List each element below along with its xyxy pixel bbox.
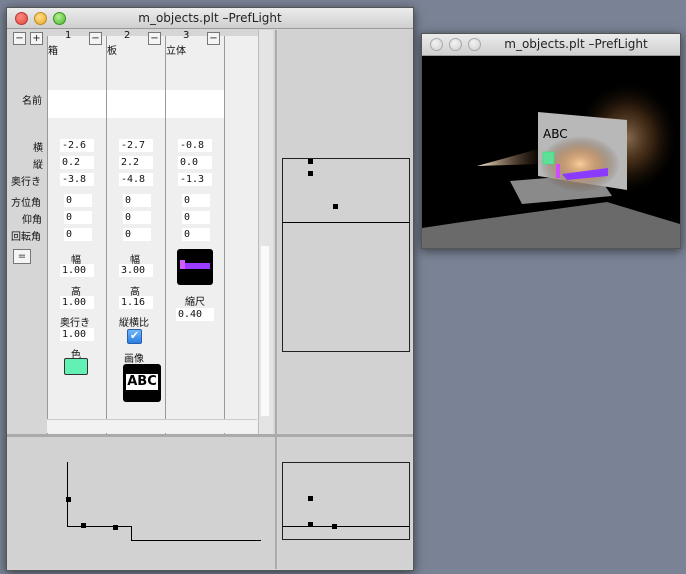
width-field[interactable]: 3.00: [119, 264, 153, 277]
remove-column-2-button[interactable]: −: [148, 32, 161, 45]
column-number: 3: [183, 30, 190, 41]
remove-column-button[interactable]: −: [13, 32, 26, 45]
height-field[interactable]: 1.16: [119, 296, 153, 309]
object-marker[interactable]: [308, 522, 313, 527]
object-marker[interactable]: [333, 204, 338, 209]
aspect-ratio-checkbox[interactable]: ✔: [127, 329, 142, 344]
y-field[interactable]: 2.2: [119, 156, 153, 169]
rotation-field[interactable]: 0: [182, 228, 210, 241]
split-divider[interactable]: [275, 30, 277, 569]
model-accent: [556, 164, 560, 178]
front-view-panel[interactable]: [278, 437, 412, 569]
object-marker[interactable]: [308, 496, 313, 501]
scale-field[interactable]: 0.40: [176, 308, 214, 321]
front-view-frame: [282, 462, 410, 540]
window-title: m_objects.plt –PrefLight: [138, 11, 282, 25]
width-field[interactable]: 1.00: [60, 264, 94, 277]
row-label-name: 名前: [22, 96, 42, 107]
image-thumbnail-text: ABC: [126, 374, 158, 390]
object-column-3: 3 立体 -0.8 0.0 -1.3 0 0 0 縮尺 0.40: [165, 30, 224, 439]
preview-window: m_objects.plt –PrefLight ABC: [421, 33, 681, 249]
side-view-vertical-axis: [67, 462, 68, 527]
side-view-lower-line: [131, 540, 261, 541]
object-name-field[interactable]: [48, 90, 106, 118]
image-thumbnail[interactable]: ABC: [123, 364, 161, 402]
z-field[interactable]: -3.8: [60, 173, 94, 186]
z-field[interactable]: -4.8: [119, 173, 153, 186]
empty-column: [224, 36, 258, 439]
row-label-rotation: 回転角: [11, 232, 41, 243]
side-view-floor-line: [67, 526, 132, 527]
azimuth-field[interactable]: 0: [64, 194, 92, 207]
rotation-field[interactable]: 0: [64, 228, 92, 241]
row-label-elevation: 仰角: [22, 215, 42, 226]
side-view-step-line: [131, 526, 132, 541]
object-marker[interactable]: [332, 524, 337, 529]
aspect-ratio-label: 縦横比: [119, 318, 149, 329]
add-column-button[interactable]: +: [30, 32, 43, 45]
column-number: 2: [124, 30, 131, 41]
front-view-floor-line: [282, 526, 410, 527]
object-column-2: 2 板 -2.7 2.2 -4.8 0 0 0 幅 3.00 高 1.16 縦横…: [106, 30, 165, 439]
horizontal-scrollbar[interactable]: [47, 419, 257, 433]
scale-label: 縮尺: [185, 297, 205, 308]
object-marker[interactable]: [308, 159, 313, 164]
elevation-field[interactable]: 0: [64, 211, 92, 224]
top-view-panel[interactable]: [278, 30, 412, 433]
main-window: m_objects.plt –PrefLight − + 名前 横 縦 奥行き …: [6, 7, 414, 571]
row-label-y: 縦: [33, 160, 43, 171]
object-type-label: 立体: [166, 46, 186, 57]
x-field[interactable]: -0.8: [178, 139, 212, 152]
object-marker[interactable]: [113, 525, 118, 530]
close-icon[interactable]: [430, 38, 443, 51]
row-label-azimuth: 方位角: [11, 198, 41, 209]
3d-scene-viewport[interactable]: ABC: [422, 56, 680, 248]
object-type-label: 板: [107, 46, 117, 57]
y-field[interactable]: 0.2: [60, 156, 94, 169]
side-view-panel[interactable]: [7, 437, 275, 569]
preview-title-bar[interactable]: m_objects.plt –PrefLight: [422, 34, 680, 56]
title-bar[interactable]: m_objects.plt –PrefLight: [7, 8, 413, 29]
x-field[interactable]: -2.6: [60, 139, 94, 152]
object-type-label: 箱: [48, 46, 58, 57]
model-preview-accent: [180, 260, 185, 269]
depth-field[interactable]: 1.00: [60, 328, 94, 341]
model-thumbnail[interactable]: [177, 249, 213, 285]
row-label-x: 横: [33, 143, 43, 154]
preview-window-title: m_objects.plt –PrefLight: [504, 37, 648, 51]
color-swatch[interactable]: [64, 358, 88, 375]
object-name-field[interactable]: [107, 90, 165, 118]
y-field[interactable]: 0.0: [178, 156, 212, 169]
top-view-frame: [282, 158, 410, 352]
depth-label: 奥行き: [60, 318, 90, 329]
object-name-field[interactable]: [166, 90, 224, 118]
object-marker[interactable]: [81, 523, 86, 528]
object-marker[interactable]: [308, 171, 313, 176]
top-view-axis: [282, 222, 410, 223]
remove-column-3-button[interactable]: −: [207, 32, 220, 45]
column-number: 1: [65, 30, 72, 41]
image-label: 画像: [124, 354, 144, 365]
minimize-icon[interactable]: [449, 38, 462, 51]
height-field[interactable]: 1.00: [60, 296, 94, 309]
object-column-1: 1 箱 -2.6 0.2 -3.8 0 0 0 幅 1.00 高 1.00 奥行…: [47, 30, 106, 439]
rotation-field[interactable]: 0: [123, 228, 151, 241]
elevation-field[interactable]: 0: [123, 211, 151, 224]
z-field[interactable]: -1.3: [178, 173, 212, 186]
row-label-z: 奥行き: [11, 177, 41, 188]
azimuth-field[interactable]: 0: [123, 194, 151, 207]
elevation-field[interactable]: 0: [182, 211, 210, 224]
board-text: ABC: [543, 127, 568, 141]
scrollbar-thumb[interactable]: [261, 246, 269, 416]
object-marker[interactable]: [66, 497, 71, 502]
azimuth-field[interactable]: 0: [182, 194, 210, 207]
equal-button[interactable]: =: [13, 249, 31, 264]
x-field[interactable]: -2.7: [119, 139, 153, 152]
remove-column-1-button[interactable]: −: [89, 32, 102, 45]
green-box: [542, 151, 555, 165]
